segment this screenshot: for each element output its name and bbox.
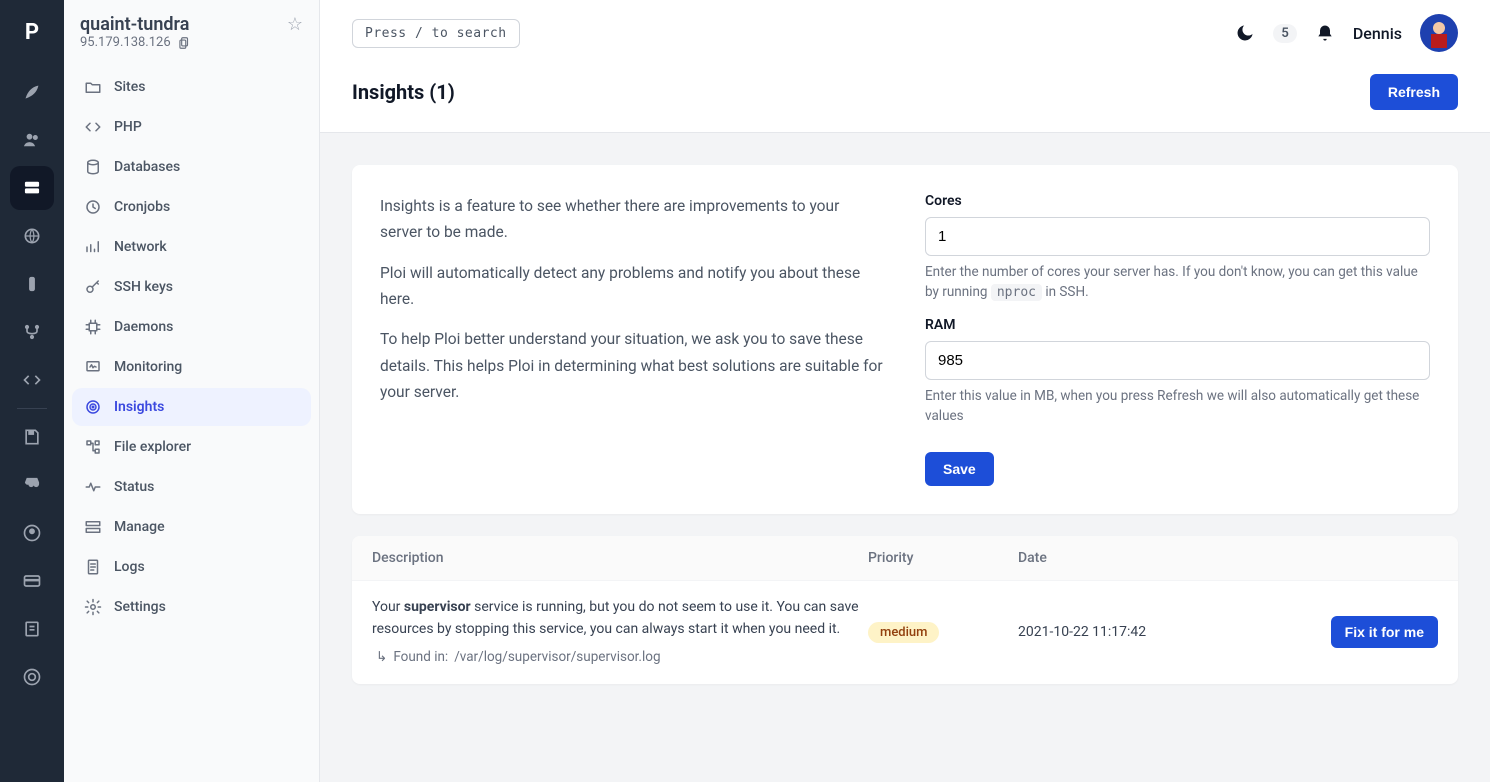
rail-divider — [17, 408, 47, 409]
table-row: Your supervisor service is running, but … — [352, 581, 1458, 683]
corner-icon: ↳ — [376, 647, 387, 668]
database-icon — [84, 158, 102, 176]
nav-insights[interactable]: Insights — [72, 388, 311, 426]
ram-helper: Enter this value in MB, when you press R… — [925, 386, 1430, 427]
rail-profile-icon[interactable] — [10, 511, 54, 555]
theme-toggle-icon[interactable] — [1235, 23, 1255, 43]
nav-status[interactable]: Status — [72, 468, 311, 506]
save-button[interactable]: Save — [925, 452, 994, 486]
tree-icon — [84, 438, 102, 456]
nav-sites[interactable]: Sites — [72, 68, 311, 106]
global-rail: P — [0, 0, 64, 782]
insights-table: Description Priority Date Your superviso… — [352, 536, 1458, 683]
rail-save-icon[interactable] — [10, 415, 54, 459]
folder-icon — [84, 78, 102, 96]
manage-icon — [84, 518, 102, 536]
main-content: Press / to search 5 Dennis Insights (1) … — [320, 0, 1490, 782]
chip-icon — [84, 318, 102, 336]
col-date: Date — [1018, 550, 1278, 566]
copy-ip-icon[interactable] — [177, 36, 191, 50]
found-in-path: ↳ Found in: /var/log/supervisor/supervis… — [372, 647, 868, 668]
php-icon — [84, 118, 102, 136]
insights-info-card: Insights is a feature to see whether the… — [352, 165, 1458, 514]
cores-label: Cores — [925, 193, 1430, 209]
insight-description: Your supervisor service is running, but … — [372, 597, 868, 667]
target-icon — [84, 398, 102, 416]
col-priority: Priority — [868, 550, 1018, 566]
rail-support-icon[interactable] — [10, 655, 54, 699]
server-sidebar: quaint-tundra 95.179.138.126 ☆ Sites PHP… — [64, 0, 320, 782]
nav-php[interactable]: PHP — [72, 108, 311, 146]
nav-databases[interactable]: Databases — [72, 148, 311, 186]
nav-ssh-keys[interactable]: SSH keys — [72, 268, 311, 306]
nav-cronjobs[interactable]: Cronjobs — [72, 188, 311, 226]
rail-globe-icon[interactable] — [10, 214, 54, 258]
nav-manage[interactable]: Manage — [72, 508, 311, 546]
logs-icon — [84, 558, 102, 576]
insights-description: Insights is a feature to see whether the… — [380, 193, 885, 486]
priority-badge: medium — [868, 622, 939, 643]
rail-traffic-icon[interactable] — [10, 262, 54, 306]
page-header: Insights (1) Refresh — [320, 66, 1490, 133]
ram-label: RAM — [925, 317, 1430, 333]
nav-daemons[interactable]: Daemons — [72, 308, 311, 346]
monitor-icon — [84, 358, 102, 376]
table-header-row: Description Priority Date — [352, 536, 1458, 581]
nav-file-explorer[interactable]: File explorer — [72, 428, 311, 466]
search-button[interactable]: Press / to search — [352, 19, 520, 48]
rail-billing-icon[interactable] — [10, 559, 54, 603]
clock-icon — [84, 198, 102, 216]
gear-icon — [84, 598, 102, 616]
rail-teams-icon[interactable] — [10, 118, 54, 162]
ram-input[interactable] — [925, 341, 1430, 380]
priority-cell: medium — [868, 622, 1018, 643]
favorite-star-icon[interactable]: ☆ — [287, 14, 303, 35]
refresh-button[interactable]: Refresh — [1370, 74, 1458, 110]
rail-rocket-icon[interactable] — [10, 70, 54, 114]
notification-count-badge[interactable]: 5 — [1273, 24, 1296, 43]
cores-input[interactable] — [925, 217, 1430, 256]
date-cell: 2021-10-22 11:17:42 — [1018, 624, 1278, 640]
rail-servers-icon[interactable] — [10, 166, 54, 210]
rail-docs-icon[interactable] — [10, 607, 54, 651]
server-ip: 95.179.138.126 — [80, 35, 191, 50]
rail-code-icon[interactable] — [10, 358, 54, 402]
key-icon — [84, 278, 102, 296]
server-spec-form: Cores Enter the number of cores your ser… — [925, 193, 1430, 486]
nav-monitoring[interactable]: Monitoring — [72, 348, 311, 386]
fix-button[interactable]: Fix it for me — [1331, 616, 1438, 648]
server-name: quaint-tundra — [80, 14, 191, 35]
nav-network[interactable]: Network — [72, 228, 311, 266]
cores-helper: Enter the number of cores your server ha… — [925, 262, 1430, 303]
brand-logo[interactable]: P — [8, 8, 56, 56]
topbar: Press / to search 5 Dennis — [320, 0, 1490, 66]
avatar[interactable] — [1420, 14, 1458, 52]
rail-store-icon[interactable] — [10, 463, 54, 507]
nav-settings[interactable]: Settings — [72, 588, 311, 626]
nav-logs[interactable]: Logs — [72, 548, 311, 586]
username[interactable]: Dennis — [1353, 24, 1402, 43]
col-description: Description — [372, 550, 868, 566]
page-title: Insights (1) — [352, 80, 455, 104]
heartbeat-icon — [84, 478, 102, 496]
network-icon — [84, 238, 102, 256]
bell-icon[interactable] — [1315, 23, 1335, 43]
server-nav: Sites PHP Databases Cronjobs Network SSH… — [64, 60, 319, 634]
rail-branch-icon[interactable] — [10, 310, 54, 354]
